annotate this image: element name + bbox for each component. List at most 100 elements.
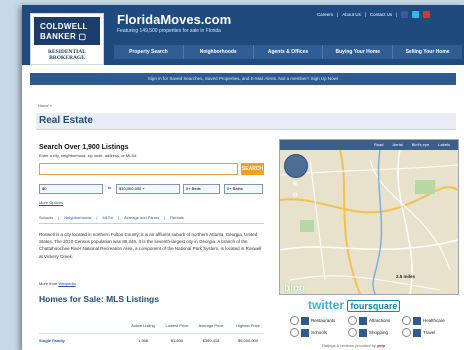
- city-description: Roswell is a city located in northern Fu…: [39, 232, 262, 259]
- page-title-bar: Real Estate: [36, 113, 456, 130]
- ratings-credit: Ratings & reviews provided by yelp: [322, 343, 385, 348]
- cell-lowest-price: $1,600: [170, 338, 184, 343]
- tab-rentals[interactable]: Rentals: [170, 213, 184, 223]
- logo-badge: COLDWELL BANKER ▢: [34, 17, 100, 45]
- filter-attractions[interactable]: Attractions: [348, 316, 391, 326]
- map-view-tabs: Road Aerial Bird's eye Labels: [280, 140, 458, 150]
- browser-page: COLDWELL BANKER ▢ RESIDENTIAL BROKERAGE …: [22, 5, 464, 350]
- radio-icon: [402, 328, 411, 338]
- col-highest-price: Highest Price: [236, 323, 260, 328]
- filter-healthcare[interactable]: Healthcare: [402, 316, 445, 326]
- tab-acreage[interactable]: Acreage and Farms: [124, 213, 159, 223]
- careers-link[interactable]: Careers: [317, 12, 333, 17]
- more-options-link[interactable]: More Options: [39, 200, 63, 205]
- twitter-logo[interactable]: twitter: [308, 298, 344, 312]
- filter-shopping-label: Shopping: [369, 330, 389, 335]
- about-us-link[interactable]: About Us: [342, 12, 361, 17]
- col-average-price: Average Price: [198, 323, 224, 328]
- logo-subtitle: RESIDENTIAL BROKERAGE: [48, 49, 86, 61]
- healthcare-icon: [413, 316, 421, 325]
- coldwell-banker-logo[interactable]: COLDWELL BANKER ▢ RESIDENTIAL BROKERAGE: [30, 13, 104, 65]
- filter-restaurants[interactable]: Restaurants: [290, 316, 336, 326]
- facebook-icon[interactable]: [401, 11, 409, 18]
- tab-neighborhoods[interactable]: Neighborhoods: [64, 213, 91, 223]
- beds-select[interactable]: 0+ Beds: [183, 184, 220, 194]
- to-label: to: [108, 185, 112, 190]
- signin-bar[interactable]: Sign in for Saved Searches, Saved Proper…: [30, 73, 456, 85]
- map-pan-control[interactable]: [284, 154, 308, 178]
- wiki-credit: More from Wikipedia: [39, 281, 76, 286]
- price-min-select[interactable]: $0: [39, 184, 103, 194]
- col-lowest-price: Lowest Price: [165, 323, 189, 328]
- search-button[interactable]: SEARCH: [241, 163, 264, 175]
- radio-icon: [290, 316, 299, 326]
- map-tab-aerial[interactable]: Aerial: [393, 140, 403, 150]
- cell-active-listing: 1,398: [137, 338, 148, 343]
- search-subtext: Enter a city, neighborhood, zip code, ad…: [39, 153, 137, 158]
- site-tagline: Featuring 149,500 properties for sale in…: [117, 28, 221, 34]
- row-single-family-link[interactable]: Single Family: [39, 338, 65, 343]
- main-nav: Property Search Neighborhoods Agents & O…: [114, 45, 462, 59]
- nav-selling[interactable]: Selling Your Home: [393, 45, 462, 59]
- travel-icon: [413, 328, 421, 337]
- filter-travel[interactable]: Travel: [402, 328, 436, 338]
- radio-icon: [290, 328, 299, 338]
- filter-healthcare-label: Healthcare: [423, 318, 445, 323]
- site-title[interactable]: FloridaMoves.com: [117, 12, 231, 27]
- bing-logo: bing: [284, 283, 306, 294]
- nav-property-search[interactable]: Property Search: [114, 45, 184, 59]
- wikipedia-link[interactable]: Wikipedia: [58, 281, 75, 286]
- map-filters: twitter foursquare Restaurants Attractio…: [286, 298, 456, 350]
- foursquare-logo[interactable]: foursquare: [347, 300, 401, 312]
- filter-travel-label: Travel: [423, 330, 436, 335]
- price-max-value: $10,000,000 +: [119, 186, 145, 191]
- youtube-icon[interactable]: [423, 11, 431, 18]
- search-tabs: Schools | Neighborhoods | MLS# | Acreage an…: [39, 213, 264, 224]
- beds-value: 0+ Beds: [186, 186, 201, 191]
- price-max-select[interactable]: $10,000,000 +: [116, 184, 180, 194]
- search-heading: Search Over 1,900 Listings: [39, 144, 129, 151]
- zoom-in-icon[interactable]: ⊕: [290, 180, 300, 189]
- search-column: Search Over 1,900 Listings Enter a city,…: [36, 137, 264, 347]
- shopping-icon: [359, 328, 367, 337]
- price-min-value: $0: [42, 186, 47, 191]
- map-tab-road[interactable]: Road: [374, 140, 384, 150]
- cell-average-price: $399,418: [202, 338, 220, 343]
- filter-schools[interactable]: Schools: [290, 328, 328, 338]
- filter-schools-label: Schools: [311, 330, 328, 335]
- top-links: Careers | About Us | Contact Us |: [317, 11, 431, 18]
- search-input[interactable]: [39, 163, 238, 175]
- table-divider: [39, 333, 264, 334]
- map-scale: 2.5 miles: [396, 274, 416, 279]
- tab-schools[interactable]: Schools: [39, 213, 53, 223]
- twitter-icon[interactable]: [412, 11, 420, 18]
- filter-shopping[interactable]: Shopping: [348, 328, 389, 338]
- wiki-prefix: More from: [39, 281, 58, 286]
- page-title: Real Estate: [39, 115, 93, 126]
- baths-select[interactable]: 0+ Baths: [224, 184, 263, 194]
- nav-buying[interactable]: Buying Your Home: [323, 45, 394, 59]
- ratings-prefix: Ratings & reviews provided by: [322, 343, 376, 348]
- map-tab-birds-eye[interactable]: Bird's eye: [412, 140, 429, 150]
- radio-icon: [402, 316, 411, 326]
- cell-highest-price: $9,000,000: [237, 338, 259, 343]
- zoom-out-icon[interactable]: ⊖: [290, 191, 300, 200]
- logo-line-1: COLDWELL: [40, 22, 88, 31]
- filter-restaurants-label: Restaurants: [311, 318, 336, 323]
- social-row: twitter foursquare: [308, 298, 401, 312]
- contact-us-link[interactable]: Contact Us: [370, 12, 392, 17]
- yelp-logo[interactable]: yelp: [377, 343, 385, 348]
- map-tab-labels[interactable]: Labels: [438, 140, 450, 150]
- breadcrumb[interactable]: Home »: [38, 103, 52, 108]
- homes-for-sale-heading: Homes for Sale: MLS Listings: [39, 294, 159, 304]
- map-panel[interactable]: Road Aerial Bird's eye Labels ⊕ ⊖ 2.5 mi…: [279, 139, 459, 295]
- nav-neighborhoods[interactable]: Neighborhoods: [184, 45, 254, 59]
- nav-agents-offices[interactable]: Agents & Offices: [254, 45, 324, 59]
- tab-mls[interactable]: MLS#: [102, 213, 112, 223]
- filter-attractions-label: Attractions: [369, 318, 391, 323]
- col-active-listing: Active Listing: [131, 323, 155, 328]
- site-header: COLDWELL BANKER ▢ RESIDENTIAL BROKERAGE …: [22, 5, 464, 65]
- attraction-icon: [359, 316, 367, 325]
- radio-icon: [348, 316, 357, 326]
- school-icon: [301, 328, 309, 337]
